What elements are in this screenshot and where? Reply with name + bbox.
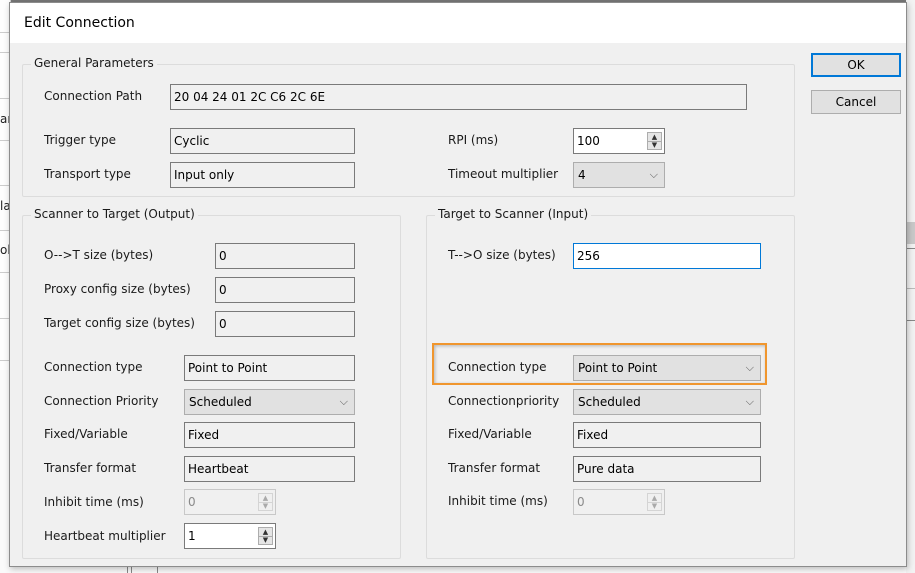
input-transfer-format-label: Transfer format [448,461,541,475]
chevron-down-icon: ⌵ [745,361,754,374]
output-connection-priority-dropdown[interactable]: Scheduled ⌵ [184,389,355,415]
chevron-down-icon: ⌵ [745,395,754,408]
output-inhibit-spin-buttons: ▲ ▼ [258,493,273,511]
to-size-label: T-->O size (bytes) [448,248,556,262]
rpi-label: RPI (ms) [448,133,499,147]
output-transfer-format-field[interactable]: Heartbeat [184,456,355,482]
target-config-size-field[interactable]: 0 [215,311,355,337]
input-fixed-variable-field[interactable]: Fixed [573,422,761,448]
spin-down-icon: ▼ [651,502,658,510]
proxy-config-size-label: Proxy config size (bytes) [44,282,191,296]
background-divider [906,248,915,249]
timeout-multiplier-dropdown[interactable]: 4 ⌵ [573,162,665,188]
heartbeat-multiplier-spinbox[interactable]: 1 ▲ ▼ [184,523,276,549]
background-scrollbar [906,222,915,244]
trigger-type-field[interactable]: Cyclic [170,128,355,154]
output-connection-type-label: Connection type [44,360,143,374]
output-fixed-variable-field[interactable]: Fixed [184,422,355,448]
input-inhibit-spin-buttons: ▲ ▼ [647,493,662,511]
proxy-config-size-field[interactable]: 0 [215,277,355,303]
background-divider [906,320,915,321]
connection-path-field[interactable]: 20 04 24 01 2C C6 2C 6E [170,84,747,110]
dialog-titlebar[interactable]: Edit Connection [10,3,906,43]
spin-down-icon[interactable]: ▼ [648,141,661,149]
to-size-field[interactable]: 256 [573,243,761,269]
chevron-down-icon: ⌵ [649,168,658,181]
input-connection-priority-value: Scheduled [578,395,641,409]
timeout-multiplier-value: 4 [578,168,586,182]
rpi-spin-buttons[interactable]: ▲ ▼ [647,132,662,150]
input-connection-priority-dropdown[interactable]: Scheduled ⌵ [573,389,761,415]
input-fixed-variable-label: Fixed/Variable [448,427,532,441]
dialog-title: Edit Connection [24,15,135,31]
input-transfer-format-field[interactable]: Pure data [573,456,761,482]
ot-size-field[interactable]: 0 [215,243,355,269]
edit-connection-dialog: Edit Connection OK Cancel General Parame… [9,2,907,567]
input-connection-type-value: Point to Point [578,361,658,375]
spin-down-icon[interactable]: ▼ [259,536,272,544]
input-group-label: Target to Scanner (Input) [435,207,592,221]
general-parameters-label: General Parameters [31,56,157,70]
output-transfer-format-label: Transfer format [44,461,137,475]
output-inhibit-time-spinbox: 0 ▲ ▼ [184,489,276,515]
cancel-button[interactable]: Cancel [811,90,901,114]
input-inhibit-time-label: Inhibit time (ms) [448,494,548,508]
output-connection-priority-label: Connection Priority [44,394,159,408]
output-fixed-variable-label: Fixed/Variable [44,427,128,441]
output-inhibit-time-value: 0 [188,495,196,509]
output-inhibit-time-label: Inhibit time (ms) [44,495,144,509]
input-connection-type-label: Connection type [448,360,547,374]
timeout-multiplier-label: Timeout multiplier [448,167,559,181]
output-group-label: Scanner to Target (Output) [31,207,198,221]
ot-size-label: O-->T size (bytes) [44,248,154,262]
transport-type-field[interactable]: Input only [170,162,355,188]
input-inhibit-time-spinbox: 0 ▲ ▼ [573,489,665,515]
input-inhibit-time-value: 0 [577,495,585,509]
output-connection-type-field[interactable]: Point to Point [184,355,355,381]
heartbeat-spin-buttons[interactable]: ▲ ▼ [258,527,273,545]
input-connection-priority-label: Connectionpriority [448,394,560,408]
transport-type-label: Transport type [44,167,131,181]
background-right-panel [906,0,915,573]
input-connection-type-dropdown[interactable]: Point to Point ⌵ [573,355,761,381]
rpi-value: 100 [577,134,600,148]
connection-path-label: Connection Path [44,89,143,103]
spin-down-icon: ▼ [262,502,269,510]
background-divider [906,288,915,289]
chevron-down-icon: ⌵ [339,395,348,408]
heartbeat-multiplier-value: 1 [188,529,196,543]
target-config-size-label: Target config size (bytes) [44,316,195,330]
rpi-spinbox[interactable]: 100 ▲ ▼ [573,128,665,154]
trigger-type-label: Trigger type [44,133,117,147]
heartbeat-multiplier-label: Heartbeat multiplier [44,529,166,543]
output-connection-priority-value: Scheduled [189,395,252,409]
ok-button[interactable]: OK [811,53,901,77]
